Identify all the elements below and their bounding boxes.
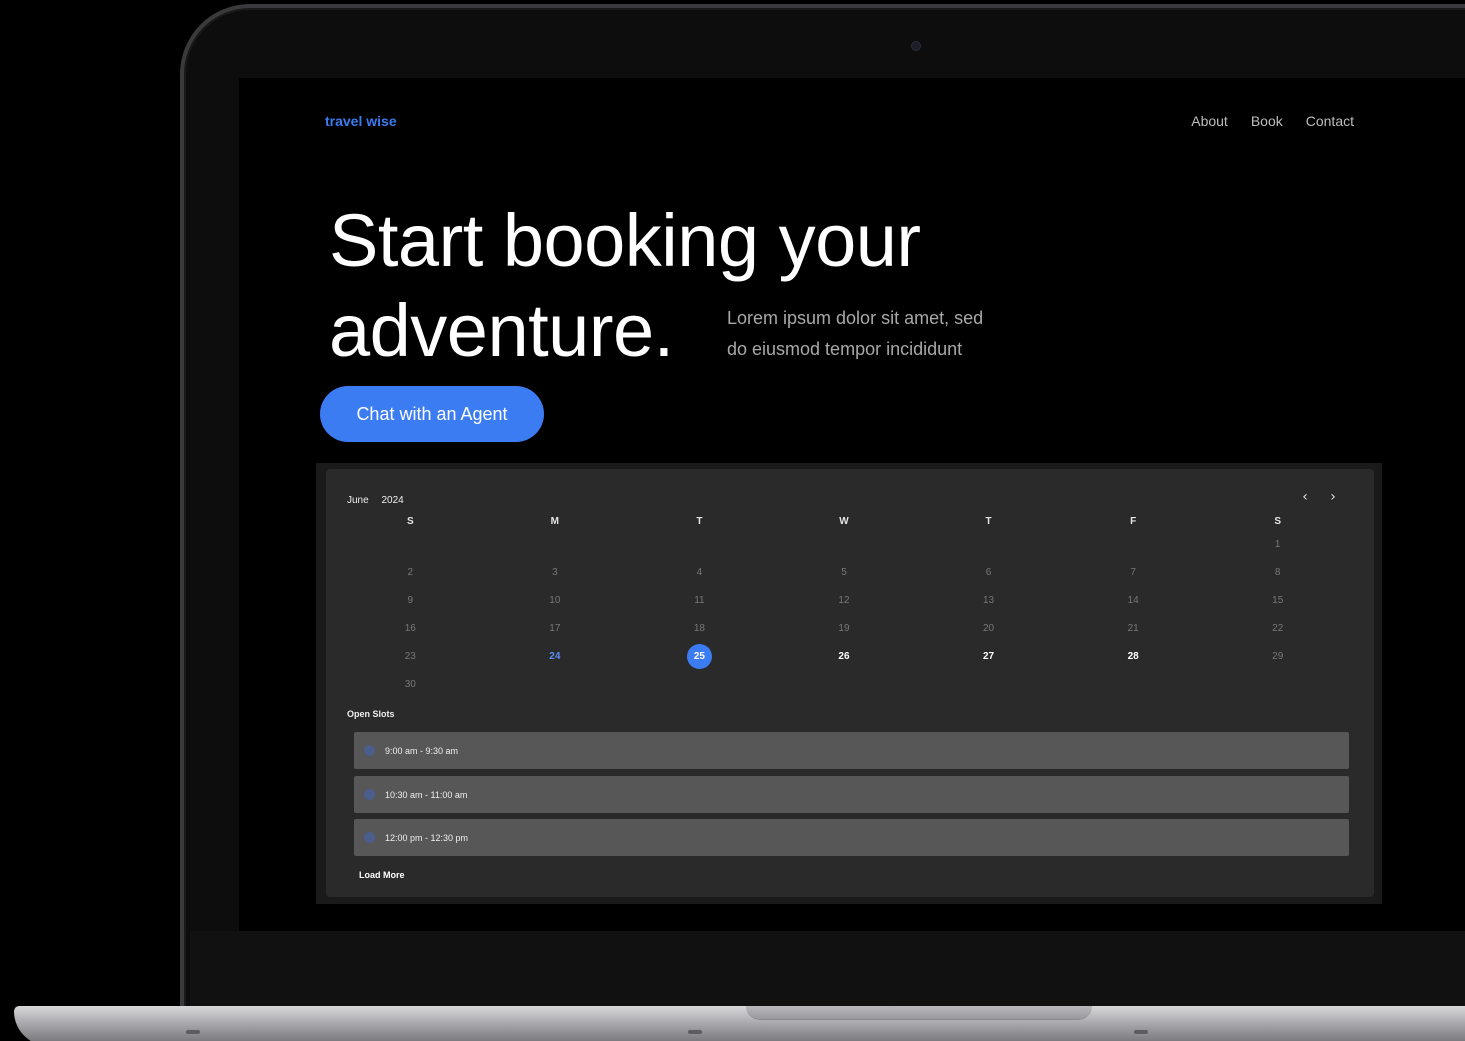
load-more-button[interactable]: Load More [359, 870, 405, 880]
weekday-header: SMTWTFS [338, 516, 1350, 527]
calendar-day[interactable]: 2 [338, 563, 483, 583]
calendar-day[interactable]: 21 [1061, 619, 1206, 639]
calendar-empty-cell [772, 535, 917, 555]
calendar-empty-cell [772, 675, 917, 695]
calendar-day[interactable]: 17 [483, 619, 628, 639]
calendar-day[interactable]: 29 [1205, 647, 1350, 667]
calendar-day[interactable]: 8 [1205, 563, 1350, 583]
calendar-day[interactable]: 19 [772, 619, 917, 639]
weekday-label: S [406, 516, 414, 527]
calendar-day[interactable]: 9 [338, 591, 483, 611]
calendar-header: June 2024 [347, 495, 414, 506]
calendar-day[interactable]: 3 [483, 563, 628, 583]
booking-widget: June 2024 ‹ › SMTWTFS 1 2 3 4 5 6 7 8 9 10 11 12 13 1… [326, 469, 1374, 897]
nav-contact[interactable]: Contact [1306, 113, 1354, 129]
hero-title-line1: Start booking your [329, 199, 921, 282]
calendar-day[interactable]: 26 [772, 647, 917, 667]
calendar-empty-cell [1061, 535, 1206, 555]
weekday-label: S [1274, 516, 1282, 527]
nav-about[interactable]: About [1191, 113, 1228, 129]
calendar-day[interactable]: 7 [1061, 563, 1206, 583]
laptop-base [14, 1006, 1465, 1041]
weekday-label: W [839, 516, 849, 527]
calendar-week: 16 17 18 19 20 21 22 [338, 619, 1350, 639]
calendar-day[interactable]: 24 [483, 647, 628, 667]
nav-book[interactable]: Book [1251, 113, 1283, 129]
laptop-notch [746, 1006, 1092, 1020]
hero-subtitle: Lorem ipsum dolor sit amet, sed do eiusm… [727, 303, 1027, 365]
calendar-week: 9 10 11 12 13 14 15 [338, 591, 1350, 611]
weekday-label: F [1130, 516, 1137, 527]
calendar-day[interactable]: 10 [483, 591, 628, 611]
time-slot-label: 10:30 am - 11:00 am [385, 789, 468, 800]
hero-subtitle-line2: do eiusmod tempor incididunt [727, 339, 963, 359]
weekday-label: M [550, 516, 560, 527]
calendar-empty-cell [627, 675, 772, 695]
radio-icon[interactable] [364, 745, 375, 756]
calendar-day[interactable]: 25 [627, 644, 772, 669]
weekday-label: T [696, 516, 703, 527]
calendar-empty-cell [627, 535, 772, 555]
chevron-left-icon[interactable]: ‹ [1298, 489, 1312, 505]
calendar-year[interactable]: 2024 [381, 495, 403, 506]
calendar-day[interactable]: 5 [772, 563, 917, 583]
calendar-empty-cell [916, 675, 1061, 695]
calendar-week: 23 24 25 26 27 28 29 [338, 644, 1350, 669]
calendar-day[interactable]: 28 [1061, 647, 1206, 667]
calendar-empty-cell [1205, 675, 1350, 695]
open-slots-title: Open Slots [347, 709, 395, 719]
radio-icon[interactable] [364, 789, 375, 800]
calendar-day[interactable]: 16 [338, 619, 483, 639]
time-slot-label: 9:00 am - 9:30 am [385, 745, 459, 756]
calendar-day[interactable]: 11 [627, 591, 772, 611]
laptop-mockup: travel wise About Book Contact Start boo… [0, 0, 1465, 1041]
calendar-week: 2345678 [338, 563, 1350, 583]
hero-subtitle-line1: Lorem ipsum dolor sit amet, sed [727, 308, 984, 328]
calendar-empty-cell [1061, 675, 1206, 695]
calendar-week: 30 [338, 675, 1350, 695]
top-nav: About Book Contact [1191, 113, 1354, 129]
selected-day-marker[interactable]: 25 [686, 644, 712, 669]
time-slot[interactable]: 12:00 pm - 12:30 pm [354, 819, 1349, 856]
calendar-day[interactable]: 6 [916, 563, 1061, 583]
camera-icon [911, 41, 921, 51]
laptop-foot [688, 1030, 702, 1034]
time-slot[interactable]: 10:30 am - 11:00 am [354, 776, 1349, 813]
calendar-day[interactable]: 12 [772, 591, 917, 611]
calendar-day[interactable]: 20 [916, 619, 1061, 639]
calendar-month[interactable]: June [347, 495, 369, 506]
chat-with-agent-button[interactable]: Chat with an Agent [320, 386, 544, 442]
laptop-foot [186, 1030, 200, 1034]
calendar-day[interactable]: 13 [916, 591, 1061, 611]
calendar-empty-cell [483, 535, 628, 555]
calendar-nav: ‹ › [1298, 489, 1340, 505]
booking-widget-frame: June 2024 ‹ › SMTWTFS 1 2 3 4 5 6 7 8 9 10 11 12 13 1… [316, 463, 1382, 904]
time-slot-label: 12:00 pm - 12:30 pm [385, 832, 469, 843]
calendar-day[interactable]: 30 [338, 675, 483, 695]
calendar-day[interactable]: 1 [1205, 535, 1350, 555]
calendar-empty-cell [338, 535, 483, 555]
radio-icon[interactable] [364, 832, 375, 843]
time-slot[interactable]: 9:00 am - 9:30 am [354, 732, 1349, 769]
calendar-empty-cell [916, 535, 1061, 555]
laptop-chin [190, 931, 1465, 1007]
calendar-week: 1 [338, 535, 1350, 555]
chevron-right-icon[interactable]: › [1326, 489, 1340, 505]
hero-title-line2: adventure. [329, 289, 674, 372]
calendar-day[interactable]: 15 [1205, 591, 1350, 611]
calendar-day[interactable]: 14 [1061, 591, 1206, 611]
calendar-day[interactable]: 18 [627, 619, 772, 639]
screen: travel wise About Book Contact Start boo… [239, 78, 1465, 931]
calendar-day[interactable]: 22 [1205, 619, 1350, 639]
calendar-day[interactable]: 4 [627, 563, 772, 583]
weekday-label: T [985, 516, 992, 527]
brand-logo[interactable]: travel wise [325, 113, 397, 129]
calendar-empty-cell [483, 675, 628, 695]
laptop-foot [1134, 1030, 1148, 1034]
calendar-day[interactable]: 27 [916, 647, 1061, 667]
calendar-day[interactable]: 23 [338, 647, 483, 667]
